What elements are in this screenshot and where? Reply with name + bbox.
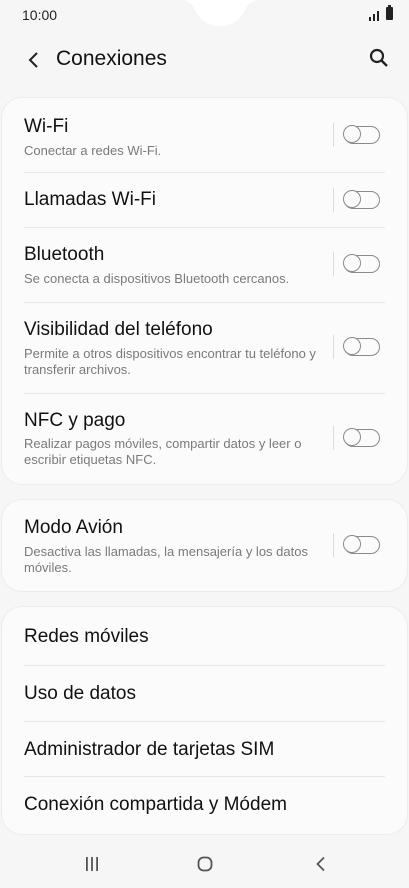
nfc-row[interactable]: NFC y pago Realizar pagos móviles, compa… (2, 394, 407, 484)
divider (333, 252, 334, 276)
divider (333, 426, 334, 450)
divider (333, 188, 334, 212)
toggle-knob (343, 337, 362, 356)
visibility-row[interactable]: Visibilidad del teléfono Permite a otros… (2, 303, 407, 393)
toggle-knob (343, 125, 362, 144)
nfc-toggle[interactable] (343, 428, 380, 447)
wifi-row[interactable]: Wi-Fi Conectar a redes Wi-Fi. (2, 98, 407, 172)
back-button[interactable] (20, 46, 46, 74)
row-subtitle: Realizar pagos móviles, compartir datos … (24, 436, 302, 467)
row-title: Redes móviles (24, 626, 149, 647)
row-title: Conexión compartida y Módem (24, 794, 287, 815)
row-subtitle: Desactiva las llamadas, la mensajería y … (24, 544, 308, 575)
toggle-knob (343, 254, 362, 273)
mobile-networks-row[interactable]: Redes móviles (2, 607, 407, 665)
status-bar: 10:00 (0, 0, 409, 30)
recents-icon[interactable] (84, 856, 100, 872)
toggle-knob (343, 428, 362, 447)
airplane-toggle[interactable] (343, 535, 380, 554)
connections-card: Wi-Fi Conectar a redes Wi-Fi. Llamadas W… (2, 98, 407, 484)
row-subtitle: Permite a otros dispositivos encontrar t… (24, 346, 316, 377)
toggle-knob (343, 535, 362, 554)
nav-back-icon[interactable] (313, 856, 329, 872)
page-title: Conexiones (56, 47, 167, 70)
airplane-row[interactable]: Modo Avión Desactiva las llamadas, la me… (2, 500, 407, 591)
divider (333, 123, 334, 147)
search-icon (369, 48, 388, 67)
app-header: Conexiones (0, 30, 409, 90)
row-title: Bluetooth (24, 244, 105, 265)
airplane-card: Modo Avión Desactiva las llamadas, la me… (2, 500, 407, 591)
home-icon[interactable] (197, 856, 213, 872)
data-usage-row[interactable]: Uso de datos (2, 666, 407, 721)
sim-manager-row[interactable]: Administrador de tarjetas SIM (2, 722, 407, 777)
divider (333, 335, 334, 359)
battery-icon (386, 7, 393, 20)
navigation-bar (0, 840, 409, 888)
row-title: Llamadas Wi-Fi (24, 189, 156, 210)
search-button[interactable] (365, 44, 393, 72)
wifi-calling-row[interactable]: Llamadas Wi-Fi (2, 173, 407, 227)
toggle-knob (343, 190, 362, 209)
visibility-toggle[interactable] (343, 337, 380, 356)
back-icon (28, 52, 38, 68)
row-subtitle: Conectar a redes Wi-Fi. (24, 143, 162, 158)
row-title: Uso de datos (24, 683, 136, 704)
wifi-toggle[interactable] (343, 125, 380, 144)
row-subtitle: Se conecta a dispositivos Bluetooth cerc… (24, 271, 290, 286)
more-settings-card: Redes móviles Uso de datos Administrador… (2, 607, 407, 834)
signal-icon (369, 11, 379, 21)
row-title: Administrador de tarjetas SIM (24, 739, 275, 760)
bluetooth-row[interactable]: Bluetooth Se conecta a dispositivos Blue… (2, 228, 407, 302)
row-title: Visibilidad del teléfono (24, 319, 213, 340)
wifi-calling-toggle[interactable] (343, 190, 380, 209)
tethering-row[interactable]: Conexión compartida y Módem (2, 777, 407, 834)
bluetooth-toggle[interactable] (343, 254, 380, 273)
row-title: Wi-Fi (24, 116, 69, 137)
row-title: NFC y pago (24, 410, 126, 431)
status-time: 10:00 (22, 7, 58, 23)
row-title: Modo Avión (24, 517, 123, 538)
camera-notch (180, 0, 260, 26)
divider (333, 533, 334, 557)
